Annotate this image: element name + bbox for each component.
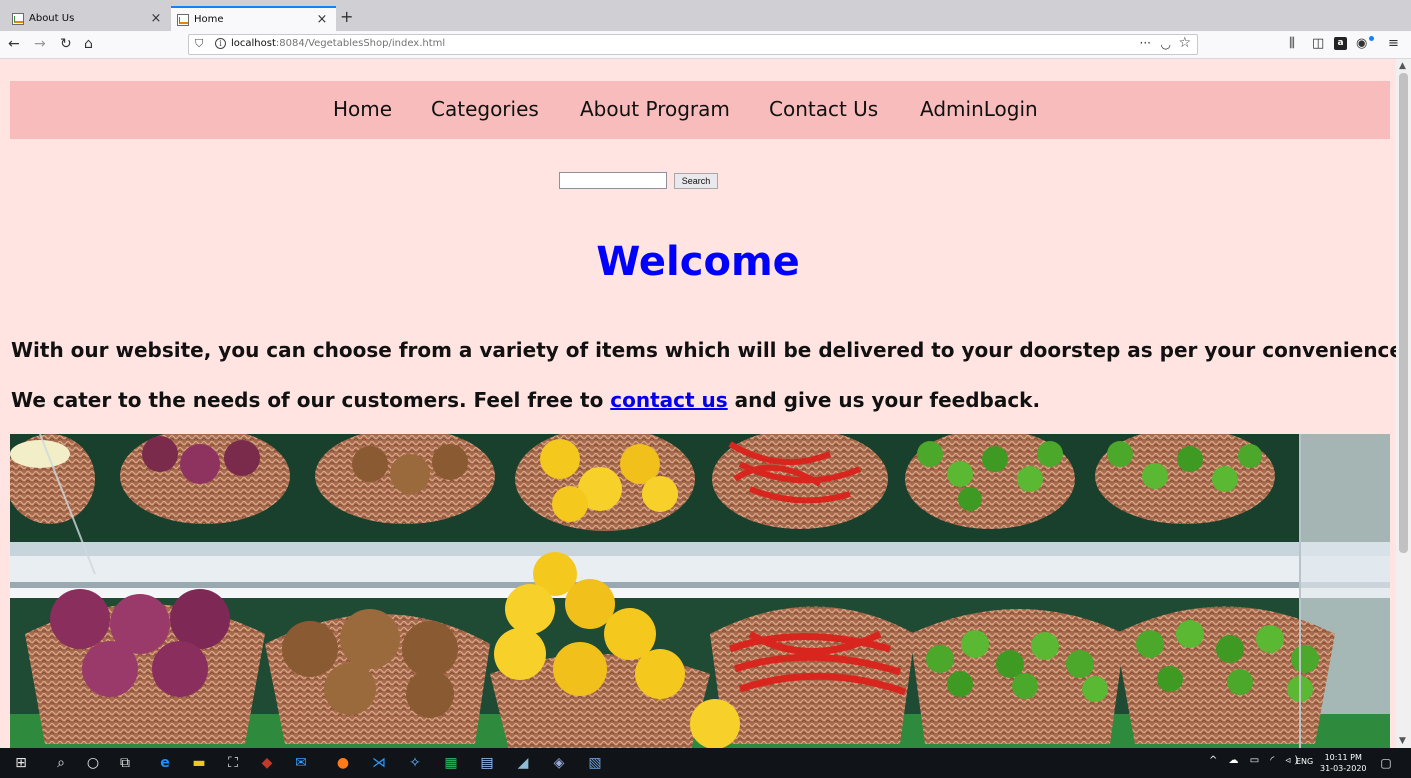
contact-paragraph-text-before: We cater to the needs of our customers. … — [11, 388, 611, 412]
nav-link-home[interactable]: Home — [333, 97, 392, 121]
nav-link-contact-us[interactable]: Contact Us — [769, 97, 878, 121]
nav-link-admin-login[interactable]: AdminLogin — [920, 97, 1038, 121]
browser-toolbar: ← → ↻ ⌂ ⛉ i localhost:8084/VegetablesSho… — [0, 31, 1411, 59]
netbeans-icon[interactable]: ▧ — [586, 754, 604, 772]
clock-time: 10:11 PM — [1324, 753, 1362, 762]
close-icon[interactable]: × — [148, 11, 164, 26]
nav-link-categories[interactable]: Categories — [431, 97, 539, 121]
search-button[interactable]: Search — [674, 173, 718, 189]
intro-paragraph: With our website, you can choose from a … — [11, 338, 1396, 362]
excel-icon[interactable]: ▦ — [442, 754, 460, 772]
search-icon[interactable]: ⌕ — [52, 754, 70, 772]
url-path: :8084/VegetablesShop/index.html — [275, 38, 446, 49]
tab-label: About Us — [29, 13, 75, 24]
back-arrow-icon[interactable]: ← — [8, 35, 20, 53]
nav-link-about-program[interactable]: About Program — [580, 97, 730, 121]
notifications-icon[interactable]: ▢ — [1378, 754, 1394, 772]
store-icon[interactable]: ⛶ — [224, 754, 242, 772]
browser-tab-strip: About Us × Home × + — [0, 0, 1411, 31]
scroll-up-icon[interactable]: ▲ — [1399, 61, 1406, 71]
pocket-icon[interactable]: ◡ — [1161, 37, 1171, 51]
forward-arrow-icon[interactable]: → — [34, 35, 46, 53]
library-icon[interactable]: ⫼ — [1289, 36, 1295, 51]
windows-start-icon[interactable]: ⊞ — [12, 754, 30, 772]
contact-paragraph: We cater to the needs of our customers. … — [11, 388, 1040, 412]
reload-icon[interactable]: ↻ — [60, 35, 72, 53]
media-app-icon[interactable]: ◆ — [258, 754, 276, 772]
shield-icon[interactable]: ⛉ — [195, 37, 203, 51]
produce-banner-image — [10, 434, 1390, 748]
menu-icon[interactable]: ≡ — [1388, 36, 1399, 51]
info-icon[interactable]: i — [215, 38, 226, 49]
page-favicon-icon — [177, 13, 189, 26]
windows-taskbar: ⊞ ⌕ ○ ⧉ e ▬ ⛶ ◆ ✉ ● ⋊ ✧ ▦ ▤ ◢ ◈ ▧ ^ ☁ ▭ … — [0, 748, 1411, 778]
account-icon[interactable]: ◉ — [1356, 36, 1367, 51]
language-indicator[interactable]: ENG — [1296, 757, 1313, 766]
contact-paragraph-text-after: and give us your feedback. — [727, 388, 1041, 412]
new-tab-button[interactable]: + — [340, 7, 353, 26]
home-icon[interactable]: ⌂ — [84, 35, 93, 53]
calculator-icon[interactable]: ▤ — [478, 754, 496, 772]
site-nav-bar: Home Categories About Program Contact Us… — [10, 81, 1390, 139]
url-host: localhost — [231, 38, 276, 49]
bookmark-star-icon[interactable]: ☆ — [1178, 35, 1191, 51]
tab-home[interactable]: Home × — [171, 6, 336, 31]
url-text: localhost:8084/VegetablesShop/index.html — [231, 38, 445, 49]
scrollbar-thumb[interactable] — [1399, 73, 1408, 553]
page-scrollbar[interactable]: ▲ ▼ — [1396, 59, 1411, 748]
scroll-down-icon[interactable]: ▼ — [1399, 736, 1406, 746]
file-explorer-icon[interactable]: ▬ — [190, 754, 208, 772]
page-actions-icon[interactable]: ··· — [1140, 36, 1151, 50]
page-viewport: Home Categories About Program Contact Us… — [0, 59, 1396, 748]
notes-icon[interactable]: ◢ — [514, 754, 532, 772]
sidebar-icon[interactable]: ◫ — [1312, 36, 1324, 51]
close-icon[interactable]: × — [314, 12, 330, 27]
cortana-icon[interactable]: ○ — [84, 754, 102, 772]
system-tray-icons[interactable]: ^ ☁ ▭ ◜ ◃) — [1209, 755, 1302, 766]
edge-browser-icon[interactable]: e — [156, 754, 174, 772]
task-view-icon[interactable]: ⧉ — [116, 754, 134, 772]
page-title: Welcome — [596, 239, 800, 285]
tab-about-us[interactable]: About Us × — [6, 6, 170, 31]
firefox-icon[interactable]: ● — [334, 754, 352, 772]
virtualbox-icon[interactable]: ◈ — [550, 754, 568, 772]
app-icon[interactable]: ✧ — [406, 754, 424, 772]
notification-dot-icon — [1369, 36, 1374, 41]
contact-us-link[interactable]: contact us — [610, 388, 727, 412]
amazon-extension-icon[interactable]: a — [1334, 37, 1347, 50]
vscode-icon[interactable]: ⋊ — [370, 754, 388, 772]
produce-illustration — [10, 434, 1390, 748]
page-favicon-icon — [12, 12, 24, 25]
clock[interactable]: 10:11 PM 31-03-2020 — [1320, 752, 1367, 774]
tab-label: Home — [194, 14, 224, 25]
clock-date: 31-03-2020 — [1320, 764, 1367, 773]
mail-icon[interactable]: ✉ — [292, 754, 310, 772]
search-input[interactable] — [559, 172, 667, 189]
url-bar[interactable]: ⛉ i localhost:8084/VegetablesShop/index.… — [188, 34, 1198, 55]
